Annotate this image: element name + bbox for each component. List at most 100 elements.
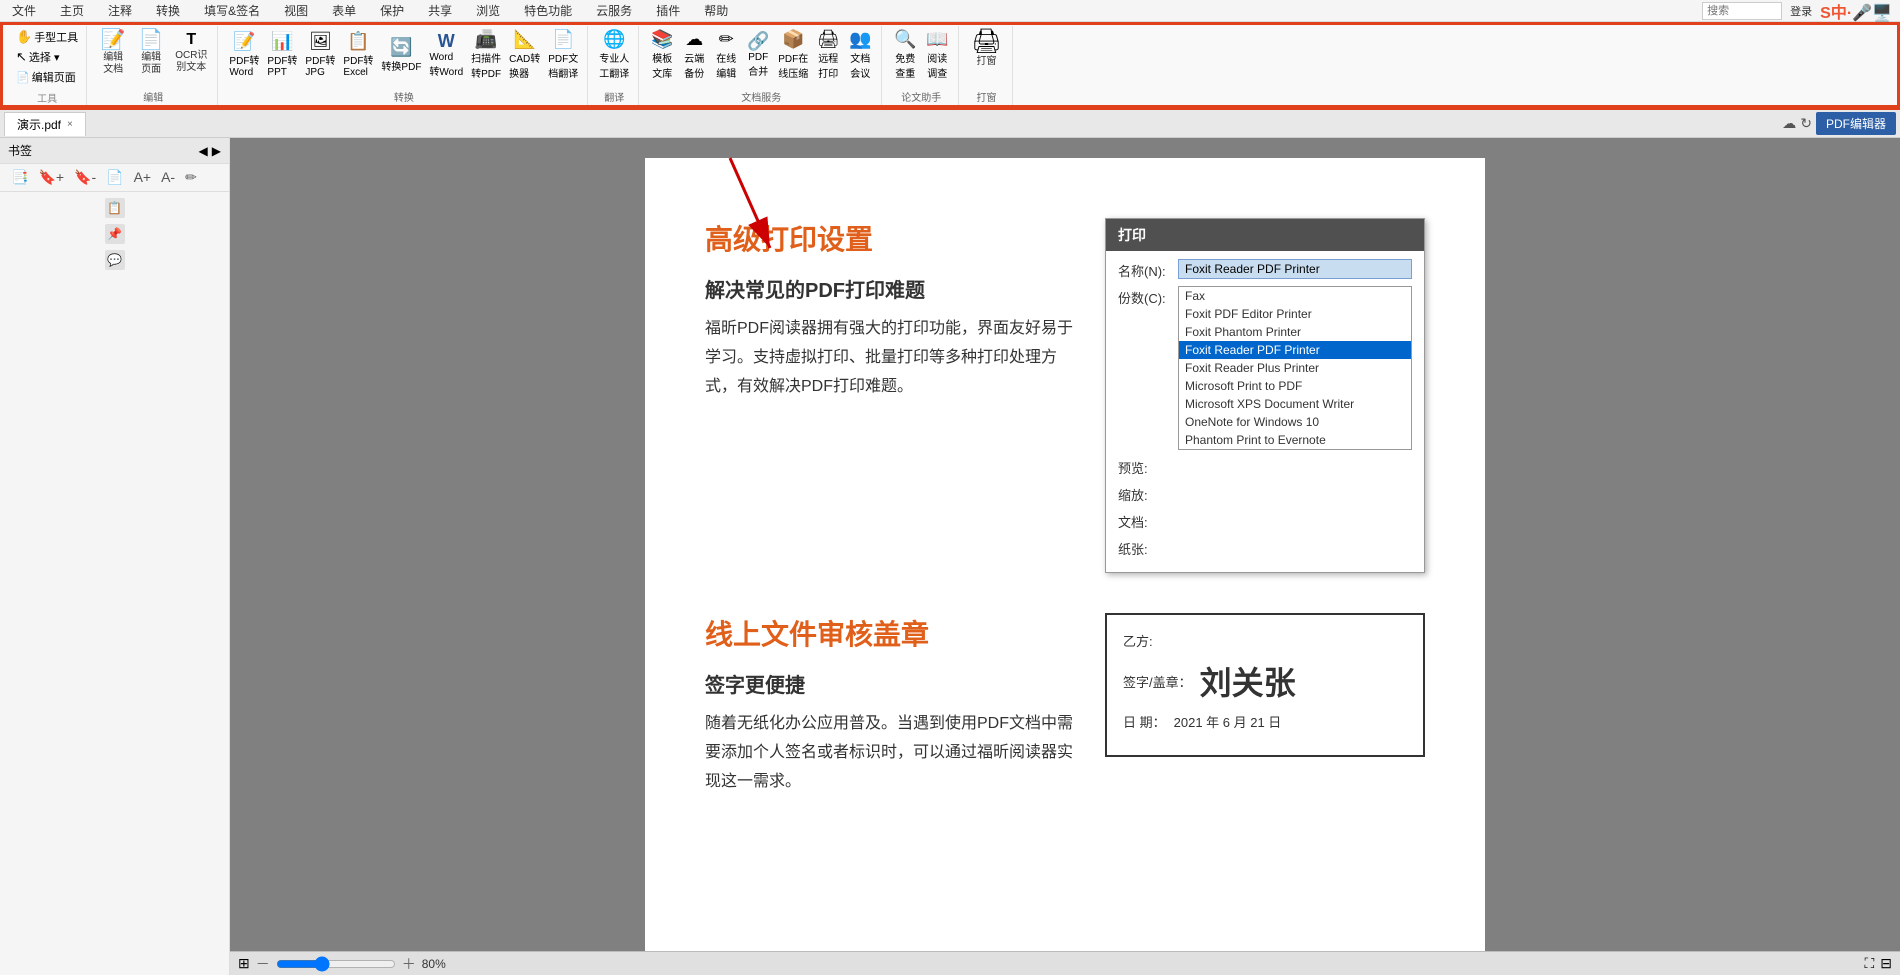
menu-protect[interactable]: 保护 (376, 0, 408, 21)
menu-file[interactable]: 文件 (8, 0, 40, 21)
printer-foxit-reader-plus[interactable]: Foxit Reader Plus Printer (1179, 359, 1411, 377)
print-dialog: 打印 名称(N): Foxit Reader PDF Printer 份数(C)… (1105, 218, 1425, 573)
remote-print-btn[interactable]: 🖨 远程打印 (813, 28, 843, 81)
select-tool-btn[interactable]: ↖ 选择 ▾ (12, 48, 82, 66)
login-button[interactable]: 登录 (1790, 3, 1812, 19)
print-btn[interactable]: 🖨 打窗 (967, 28, 1005, 70)
doc-services-group-label: 文档服务 (741, 89, 781, 104)
printer-foxit-reader[interactable]: Foxit Reader PDF Printer (1179, 341, 1411, 359)
zoom-value: 80% (422, 957, 446, 971)
printer-foxit-editor[interactable]: Foxit PDF Editor Printer (1179, 305, 1411, 323)
pdf-to-word-btn[interactable]: 📝 PDF转Word (226, 30, 262, 79)
sidebar-tool-add[interactable]: 🔖+ (35, 168, 67, 187)
printer-ms-xps[interactable]: Microsoft XPS Document Writer (1179, 395, 1411, 413)
print-copies-label: 份数(C): (1118, 286, 1178, 307)
left-panel-icon2[interactable]: 📌 (105, 224, 125, 244)
menu-home[interactable]: 主页 (56, 0, 88, 21)
zoom-minus-btn[interactable]: － (256, 954, 270, 974)
pdf-to-word-label: PDF转Word (229, 52, 259, 78)
print-preview-label: 预览: (1118, 456, 1178, 477)
online-edit-btn[interactable]: ✏ 在线编辑 (711, 28, 741, 81)
menu-special[interactable]: 特色功能 (520, 0, 576, 21)
pdf-tab[interactable]: 演示.pdf × (4, 112, 86, 136)
menu-share[interactable]: 共享 (424, 0, 456, 21)
zoom-slider[interactable] (276, 956, 396, 972)
printer-evernote[interactable]: Phantom Print to Evernote (1179, 431, 1411, 449)
pdf-to-ppt-btn[interactable]: 📊 PDF转PPT (264, 30, 300, 79)
sidebar-tools: 📑 🔖+ 🔖- 📄 A+ A- ✏ (0, 164, 229, 192)
remote-print-label: 远程打印 (818, 50, 838, 80)
read-survey-btn[interactable]: 📖 阅读调查 (922, 28, 952, 81)
print-name-value[interactable]: Foxit Reader PDF Printer (1178, 259, 1412, 279)
print-group-label: 打窗 (977, 89, 997, 104)
print-printer-list[interactable]: Fax Foxit PDF Editor Printer Foxit Phant… (1178, 286, 1412, 450)
tab-close-btn[interactable]: × (67, 119, 73, 130)
search-input[interactable] (1702, 2, 1782, 20)
printer-ms-pdf[interactable]: Microsoft Print to PDF (1179, 377, 1411, 395)
edit-group-label: 编辑 (143, 89, 163, 104)
sync-icon[interactable]: ↻ (1800, 115, 1812, 132)
template-btn[interactable]: 📚 模板文库 (647, 28, 677, 81)
doc-meeting-btn[interactable]: 👥 文档会议 (845, 28, 875, 81)
convert-pdf-btn[interactable]: 🔄 转换PDF (378, 36, 424, 74)
cad-btn[interactable]: 📐 CAD转换器 (506, 28, 543, 81)
cloud-icon[interactable]: ☁ (1782, 115, 1796, 132)
menu-browse[interactable]: 浏览 (472, 0, 504, 21)
signature-box: 乙方: 签字/盖章： 刘关张 日 期： 2021 年 6 月 21 日 (1105, 613, 1425, 757)
grid-view-btn[interactable]: ⊟ (1880, 955, 1892, 972)
menu-form[interactable]: 表单 (328, 0, 360, 21)
cloud-backup-btn[interactable]: ☁ 云端备份 (679, 28, 709, 81)
sig-name-value: 刘关张 (1200, 658, 1296, 704)
printer-fax[interactable]: Fax (1179, 287, 1411, 305)
pdf-to-ppt-label: PDF转PPT (267, 52, 297, 78)
tab-bar-right: ☁ ↻ PDF编辑器 (1782, 112, 1896, 135)
sidebar-tool-remove[interactable]: 🔖- (71, 168, 99, 187)
sidebar-tool-size-down[interactable]: A- (158, 168, 178, 187)
pdf-to-jpg-btn[interactable]: 🖼 PDF转JPG (302, 30, 338, 79)
sidebar-tool-size-up[interactable]: A+ (131, 168, 155, 187)
hand-tool-btn[interactable]: ✋ 手型工具 (12, 28, 82, 46)
print-doc-label: 文档: (1118, 510, 1178, 531)
pdf-to-text-btn[interactable]: 📄 PDF文档翻译 (545, 28, 581, 81)
pdf-to-excel-btn[interactable]: 📋 PDF转Excel (340, 30, 376, 79)
ocr-btn[interactable]: T OCR识别文本 (171, 30, 211, 76)
pdf-compress-btn[interactable]: 📦 PDF在线压缩 (775, 28, 811, 81)
print-paper-label: 纸张: (1118, 537, 1178, 558)
menu-convert[interactable]: 转换 (152, 0, 184, 21)
menu-annotate[interactable]: 注释 (104, 0, 136, 21)
sidebar-nav-next[interactable]: ▶ (212, 144, 221, 158)
sig-party-label: 乙方: (1123, 631, 1153, 650)
sidebar-tool-bookmark[interactable]: 📑 (8, 168, 31, 187)
print-zoom-label: 缩放: (1118, 483, 1178, 504)
print-zoom-row: 缩放: (1118, 483, 1412, 504)
pdf-merge-btn[interactable]: 🔗 PDF合并 (743, 30, 773, 79)
sidebar-nav-prev[interactable]: ◀ (199, 144, 208, 158)
expert-translate-btn[interactable]: 🌐 专业人工翻译 (596, 28, 632, 81)
fullscreen-btn[interactable]: ⛶ (1864, 955, 1874, 972)
sig-date-value: 2021 年 6 月 21 日 (1174, 712, 1282, 731)
left-panel-icon1[interactable]: 📋 (105, 198, 125, 218)
zoom-plus-btn[interactable]: ＋ (402, 954, 416, 974)
sidebar-tool-page[interactable]: 📄 (103, 168, 126, 187)
menu-cloud[interactable]: 云服务 (592, 0, 636, 21)
sidebar-tool-edit[interactable]: ✏ (182, 168, 200, 187)
pdf-editor-button[interactable]: PDF编辑器 (1816, 112, 1896, 135)
section1-container: 高级打印设置 解决常见的PDF打印难题 福昕PDF阅读器拥有强大的打印功能，界面… (705, 218, 1425, 573)
edit-page-btn[interactable]: 📄 编辑页面 (12, 68, 82, 86)
edit-page-btn2[interactable]: 📄 编辑页面 (133, 28, 169, 78)
section1-body: 福昕PDF阅读器拥有强大的打印功能，界面友好易于学习。支持虚拟打印、批量打印等多… (705, 315, 1075, 401)
menu-plugin[interactable]: 插件 (652, 0, 684, 21)
online-edit-label: 在线编辑 (716, 50, 736, 80)
edit-doc-btn[interactable]: 📝 编辑文档 (95, 28, 131, 78)
word-to-pdf-btn[interactable]: W Word转Word (426, 30, 466, 79)
free-check-btn[interactable]: 🔍 免费查重 (890, 28, 920, 81)
printer-onenote[interactable]: OneNote for Windows 10 (1179, 413, 1411, 431)
scan-btn[interactable]: 📠 扫描件转PDF (468, 28, 504, 81)
zoom-fit-icon[interactable]: ⊞ (238, 955, 250, 972)
menu-view[interactable]: 视图 (280, 0, 312, 21)
menu-fillsign[interactable]: 填写&签名 (200, 0, 264, 21)
printer-foxit-phantom[interactable]: Foxit Phantom Printer (1179, 323, 1411, 341)
left-panel-icon3[interactable]: 💬 (105, 250, 125, 270)
menu-help[interactable]: 帮助 (700, 0, 732, 21)
ribbon: ✋ 手型工具 ↖ 选择 ▾ 📄 编辑页面 工具 📝 编辑文档 📄 编辑页面 T (0, 22, 1900, 110)
